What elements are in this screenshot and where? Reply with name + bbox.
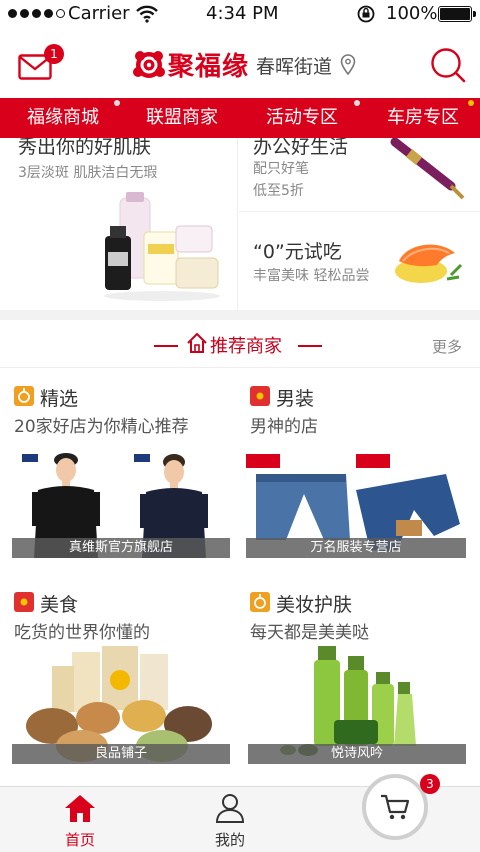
fountain-pen-image [390,138,465,200]
battery-icon [438,6,476,22]
location-pin-icon[interactable] [340,54,356,76]
card-description: 男神的店 [250,417,318,437]
wifi-icon [136,5,158,23]
coin-icon [250,592,270,612]
brand-title: 聚福缘 [168,52,250,82]
cart-button[interactable] [362,774,428,840]
card-title: 男装 [276,388,315,410]
shopping-cart-icon [381,794,410,820]
merchant-card-beauty[interactable]: 美妆护肤 每天都是美美哒 悦诗风吟 [240,574,480,780]
card-image: 万名服装专营店 [246,440,466,558]
home-icon [65,795,95,822]
card-caption: 真维斯官方旗舰店 [12,538,230,558]
app-header: 1 聚福缘 春晖街道 [0,30,480,98]
merchant-card-food[interactable]: 美食 吃货的世界你懂的 良品铺子 [0,574,240,780]
location-label[interactable]: 春晖街道 [256,52,332,79]
promo-section: 秀出你的好肌肤 3层淡斑 肌肤洁白无瑕 办公好生活 配只好笔 低至5折 “0”元… [0,138,480,310]
tab-activity[interactable]: 活动专区 [238,98,366,138]
tab-label: 活动专区 [266,107,338,128]
merchant-card-featured[interactable]: 精选 20家好店为你精心推荐 真维斯官方旗舰店 [0,368,240,574]
card-image: 真维斯官方旗舰店 [12,440,230,558]
cart-badge: 3 [420,774,440,794]
category-tabs: 福缘商城 联盟商家 活动专区 车房专区 [0,98,480,138]
card-image: 悦诗风吟 [248,646,466,764]
battery-percent: 100% [386,3,438,24]
promo-subtitle: 丰富美味 轻松品尝 [253,268,370,284]
tab-mall[interactable]: 福缘商城 [0,98,126,138]
card-title: 精选 [40,388,79,410]
tab-label: 福缘商城 [27,107,99,128]
tab-alliance[interactable]: 联盟商家 [126,98,238,138]
card-title: 美妆护肤 [276,594,353,616]
promo-subtitle: 低至5折 [253,183,304,199]
red-envelope-icon [250,386,270,406]
card-caption: 悦诗风吟 [248,744,466,764]
merchant-card-menswear[interactable]: 男装 男神的店 万名服装专营店 [240,368,480,574]
promo-title: 秀出你的好肌肤 [18,138,152,158]
status-time: 4:34 PM [206,3,279,24]
promo-subtitle: 配只好笔 [253,161,309,177]
card-title: 美食 [40,594,79,616]
tab-dot [468,100,474,106]
brand-logo-icon [133,51,165,78]
tab-car-house[interactable]: 车房专区 [366,98,480,138]
promo-free-trial[interactable]: “0”元试吃 丰富美味 轻松品尝 [239,213,480,310]
nav-home-label: 首页 [64,831,95,849]
home-outline-icon [187,332,207,353]
red-envelope-icon [14,592,34,612]
promo-skincare[interactable]: 秀出你的好肌肤 3层淡斑 肌肤洁白无瑕 [0,138,238,310]
card-image: 良品铺子 [12,646,230,764]
nav-mine-label: 我的 [214,831,245,849]
card-caption: 良品铺子 [12,744,230,764]
recommend-title: 推荐商家 [210,336,282,357]
more-link[interactable]: 更多 [432,336,462,357]
divider-line [154,345,178,347]
nav-mine[interactable]: 我的 [200,793,260,850]
section-gap [0,310,480,320]
user-icon [215,794,245,823]
promo-title: 办公好生活 [253,138,349,158]
tab-label: 联盟商家 [146,107,218,128]
tab-label: 车房专区 [387,107,459,128]
card-description: 20家好店为你精心推荐 [14,417,189,437]
recommend-header: 推荐商家 更多 [0,320,480,368]
tab-dot [354,100,360,106]
signal-strength-icon [8,9,65,18]
card-caption: 万名服装专营店 [246,538,466,558]
rotation-lock-icon [357,5,375,23]
card-description: 每天都是美美哒 [250,623,369,643]
promo-office[interactable]: 办公好生活 配只好笔 低至5折 [239,138,480,212]
tab-dot [114,100,120,106]
skincare-products-image [104,192,220,301]
card-description: 吃货的世界你懂的 [14,623,150,643]
divider-line [298,345,322,347]
status-bar: Carrier 4:34 PM 100% [0,0,480,30]
promo-subtitle: 3层淡斑 肌肤洁白无瑕 [18,165,158,181]
coin-icon [14,386,34,406]
promo-title: “0”元试吃 [253,241,342,263]
search-icon[interactable] [430,47,466,83]
mail-badge: 1 [44,44,64,64]
nav-home[interactable]: 首页 [50,793,110,850]
shrimp-food-image [395,244,463,283]
carrier-name: Carrier [68,3,130,24]
